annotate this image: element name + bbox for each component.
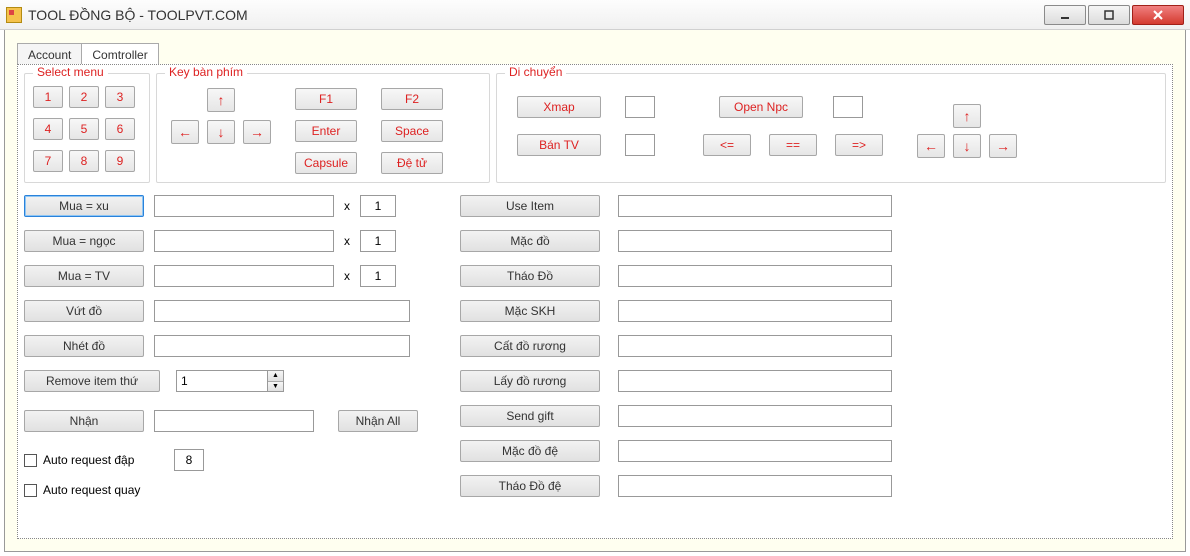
mua-ngoc-button[interactable]: Mua = ngọc xyxy=(24,230,144,252)
thao-do-de-input[interactable] xyxy=(618,475,892,497)
auto-request-quay-checkbox[interactable]: Auto request quay xyxy=(24,483,140,497)
menu-7[interactable]: 7 xyxy=(33,150,63,172)
mua-xu-button[interactable]: Mua = xu xyxy=(24,195,144,217)
spinner-down-icon[interactable]: ▼ xyxy=(268,382,283,392)
group-di-chuyen-label: Di chuyển xyxy=(505,65,566,79)
eq-button[interactable]: == xyxy=(769,134,817,156)
mua-tv-button[interactable]: Mua = TV xyxy=(24,265,144,287)
group-key-ban-phim: Key bàn phím ↑ ← ↓ → F1 Enter Capsule F2… xyxy=(156,73,490,183)
nhan-all-button[interactable]: Nhận All xyxy=(338,410,418,432)
mac-do-de-input[interactable] xyxy=(618,440,892,462)
mua-ngoc-item-input[interactable] xyxy=(154,230,334,252)
mua-xu-qty-input[interactable] xyxy=(360,195,396,217)
spinner-up-icon[interactable]: ▲ xyxy=(268,371,283,382)
key-enter[interactable]: Enter xyxy=(295,120,357,142)
thao-do-de-button[interactable]: Tháo Đồ đệ xyxy=(460,475,600,497)
nhet-do-button[interactable]: Nhét đồ xyxy=(24,335,144,357)
auto-request-dap-input[interactable] xyxy=(174,449,204,471)
mac-do-input[interactable] xyxy=(618,230,892,252)
key-down[interactable]: ↓ xyxy=(207,120,235,144)
nhan-input[interactable] xyxy=(154,410,314,432)
auto-request-dap-checkbox[interactable]: Auto request đập xyxy=(24,453,134,467)
checkbox-icon xyxy=(24,454,37,467)
key-up[interactable]: ↑ xyxy=(207,88,235,112)
auto-request-dap-label: Auto request đập xyxy=(43,453,134,467)
key-left[interactable]: ← xyxy=(171,120,199,144)
key-detu[interactable]: Đệ tử xyxy=(381,152,443,174)
use-item-button[interactable]: Use Item xyxy=(460,195,600,217)
mua-xu-x-label: x xyxy=(344,199,350,213)
window-title: TOOL ĐỒNG BỘ - TOOLPVT.COM xyxy=(28,7,248,23)
mua-tv-qty-input[interactable] xyxy=(360,265,396,287)
gte-button[interactable]: => xyxy=(835,134,883,156)
group-key-ban-phim-label: Key bàn phím xyxy=(165,65,247,79)
mac-do-button[interactable]: Mặc đồ xyxy=(460,230,600,252)
key-f2[interactable]: F2 xyxy=(381,88,443,110)
open-npc-input[interactable] xyxy=(833,96,863,118)
move-up[interactable]: ↑ xyxy=(953,104,981,128)
thao-do-input[interactable] xyxy=(618,265,892,287)
use-item-input[interactable] xyxy=(618,195,892,217)
lay-do-ruong-button[interactable]: Lấy đồ rương xyxy=(460,370,600,392)
remove-item-button[interactable]: Remove item thứ xyxy=(24,370,160,392)
key-right[interactable]: → xyxy=(243,120,271,144)
checkbox-icon xyxy=(24,484,37,497)
vut-do-button[interactable]: Vứt đồ xyxy=(24,300,144,322)
send-gift-input[interactable] xyxy=(618,405,892,427)
move-right[interactable]: → xyxy=(989,134,1017,158)
menu-6[interactable]: 6 xyxy=(105,118,135,140)
key-f1[interactable]: F1 xyxy=(295,88,357,110)
move-down[interactable]: ↓ xyxy=(953,134,981,158)
lay-do-ruong-input[interactable] xyxy=(618,370,892,392)
menu-1[interactable]: 1 xyxy=(33,86,63,108)
menu-3[interactable]: 3 xyxy=(105,86,135,108)
cat-do-ruong-input[interactable] xyxy=(618,335,892,357)
mac-skh-button[interactable]: Mặc SKH xyxy=(460,300,600,322)
mua-tv-item-input[interactable] xyxy=(154,265,334,287)
key-space[interactable]: Space xyxy=(381,120,443,142)
app-icon xyxy=(6,7,22,23)
xmap-button[interactable]: Xmap xyxy=(517,96,601,118)
close-button[interactable] xyxy=(1132,5,1184,25)
tab-strip: Account Comtroller xyxy=(17,42,159,66)
group-select-menu-label: Select menu xyxy=(33,65,108,79)
move-left[interactable]: ← xyxy=(917,134,945,158)
nhet-do-input[interactable] xyxy=(154,335,410,357)
vut-do-input[interactable] xyxy=(154,300,410,322)
menu-5[interactable]: 5 xyxy=(69,118,99,140)
tab-page-comtroller: Select menu 1 2 3 4 5 6 7 8 9 Key bàn ph… xyxy=(17,64,1173,539)
menu-4[interactable]: 4 xyxy=(33,118,63,140)
minimize-button[interactable] xyxy=(1044,5,1086,25)
ban-tv-input[interactable] xyxy=(625,134,655,156)
mac-skh-input[interactable] xyxy=(618,300,892,322)
mua-xu-item-input[interactable] xyxy=(154,195,334,217)
lte-button[interactable]: <= xyxy=(703,134,751,156)
remove-item-spinner[interactable]: ▲▼ xyxy=(176,370,284,392)
group-di-chuyen: Di chuyển Xmap Open Npc Bán TV <= == => … xyxy=(496,73,1166,183)
xmap-input[interactable] xyxy=(625,96,655,118)
group-select-menu: Select menu 1 2 3 4 5 6 7 8 9 xyxy=(24,73,150,183)
menu-2[interactable]: 2 xyxy=(69,86,99,108)
remove-item-input[interactable] xyxy=(177,371,267,391)
maximize-button[interactable] xyxy=(1088,5,1130,25)
open-npc-button[interactable]: Open Npc xyxy=(719,96,803,118)
mua-tv-x-label: x xyxy=(344,269,350,283)
thao-do-button[interactable]: Tháo Đồ xyxy=(460,265,600,287)
mac-do-de-button[interactable]: Mặc đồ đệ xyxy=(460,440,600,462)
ban-tv-button[interactable]: Bán TV xyxy=(517,134,601,156)
key-capsule[interactable]: Capsule xyxy=(295,152,357,174)
menu-8[interactable]: 8 xyxy=(69,150,99,172)
title-bar: TOOL ĐỒNG BỘ - TOOLPVT.COM xyxy=(0,0,1190,30)
mua-ngoc-qty-input[interactable] xyxy=(360,230,396,252)
cat-do-ruong-button[interactable]: Cất đồ rương xyxy=(460,335,600,357)
menu-9[interactable]: 9 xyxy=(105,150,135,172)
auto-request-quay-label: Auto request quay xyxy=(43,483,140,497)
nhan-button[interactable]: Nhận xyxy=(24,410,144,432)
mua-ngoc-x-label: x xyxy=(344,234,350,248)
client-area: Account Comtroller Select menu 1 2 3 4 5… xyxy=(4,30,1186,552)
send-gift-button[interactable]: Send gift xyxy=(460,405,600,427)
